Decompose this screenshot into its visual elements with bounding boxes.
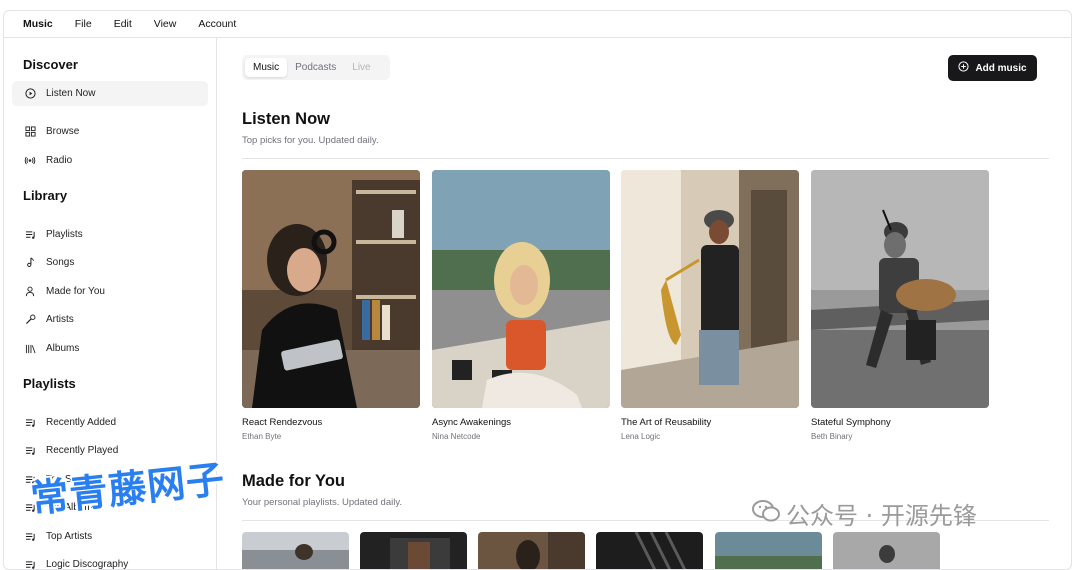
sidebar-item-label: Playlists [46,229,83,240]
playlist-icon [24,445,36,457]
album-cover-image [621,170,799,408]
sidebar-item-artists[interactable]: Artists [12,307,208,332]
library-icon [24,343,36,355]
sidebar-item-listen-now[interactable]: Listen Now [12,81,208,106]
sidebar-item-label: Artists [46,314,74,325]
album-title: Async Awakenings [432,417,610,428]
tab-music[interactable]: Music [245,58,287,77]
sidebar-item-label: Albums [46,343,79,354]
sidebar-item-browse[interactable]: Browse [12,119,208,144]
menu-file[interactable]: File [75,18,92,30]
sidebar-item-songs[interactable]: Songs [12,250,208,275]
tab-list: Music Podcasts Live [242,55,390,80]
playlist-cover-image[interactable] [478,532,585,570]
section-title-discover: Discover [23,57,78,72]
playlist-cover-image[interactable] [833,532,940,570]
sidebar-item-label: Radio [46,155,72,166]
section-title-library: Library [23,188,67,203]
user-icon [24,286,36,298]
playlist-cover-image[interactable] [596,532,703,570]
playlist-icon [24,531,36,543]
sidebar-item-label: Songs [46,257,74,268]
grid-icon [24,126,36,138]
sidebar-item-label: Browse [46,126,79,137]
watermark-account-text: 公众号 · 开源先锋 [786,496,977,531]
playlist-icon [24,417,36,429]
playlist-cover-image[interactable] [715,532,822,570]
menu-music[interactable]: Music [23,18,53,30]
section-title-playlists: Playlists [23,376,76,391]
sidebar-item-label: Listen Now [46,88,95,99]
add-music-label: Add music [975,63,1026,74]
sidebar-item-radio[interactable]: Radio [12,148,208,173]
play-circle-icon [24,88,36,100]
sidebar-item-label: Top Artists [46,531,92,542]
listen-now-title: Listen Now [242,110,330,129]
tab-live: Live [344,58,378,77]
album-card[interactable]: React Rendezvous Ethan Byte [242,170,420,441]
album-cover-image [242,170,420,408]
album-card[interactable]: The Art of Reusability Lena Logic [621,170,799,441]
menu-bar: Music File Edit View Account [4,11,1071,38]
album-card[interactable]: Stateful Symphony Beth Binary [811,170,989,441]
listen-now-subtitle: Top picks for you. Updated daily. [242,135,379,146]
album-card[interactable]: Async Awakenings Nina Netcode [432,170,610,441]
divider [242,158,1049,159]
sidebar-item-recently-added[interactable]: Recently Added [12,410,208,435]
album-title: The Art of Reusability [621,417,799,428]
album-artist: Beth Binary [811,432,989,441]
watermark-account: 公众号 · 开源先锋 [752,496,977,531]
album-title: React Rendezvous [242,417,420,428]
plus-circle-icon [958,61,969,75]
album-cover-image [811,170,989,408]
playlist-cover-image[interactable] [360,532,467,570]
album-artist: Nina Netcode [432,432,610,441]
sidebar-item-made-for-you[interactable]: Made for You [12,279,208,304]
sidebar-item-label: Recently Played [46,445,118,456]
playlist-icon [24,229,36,241]
menu-view[interactable]: View [154,18,177,30]
album-artist: Lena Logic [621,432,799,441]
playlist-icon [24,559,36,570]
radio-icon [24,155,36,167]
tab-podcasts[interactable]: Podcasts [287,58,344,77]
made-for-you-title: Made for You [242,472,345,491]
menu-account[interactable]: Account [198,18,236,30]
sidebar-item-label: Logic Discography [46,559,128,570]
sidebar-item-top-artists[interactable]: Top Artists [12,524,208,549]
album-title: Stateful Symphony [811,417,989,428]
sidebar-item-albums[interactable]: Albums [12,336,208,361]
album-artist: Ethan Byte [242,432,420,441]
wechat-icon [752,499,780,529]
microphone-icon [24,314,36,326]
main-content: Music Podcasts Live Add music Listen Now… [218,38,1071,569]
made-for-you-subtitle: Your personal playlists. Updated daily. [242,497,402,508]
add-music-button[interactable]: Add music [948,55,1037,81]
playlist-cover-image[interactable] [242,532,349,570]
sidebar-item-label: Recently Added [46,417,116,428]
music-note-icon [24,257,36,269]
sidebar-item-label: Made for You [46,286,105,297]
album-cover-image [432,170,610,408]
sidebar-item-playlists[interactable]: Playlists [12,222,208,247]
menu-edit[interactable]: Edit [114,18,132,30]
